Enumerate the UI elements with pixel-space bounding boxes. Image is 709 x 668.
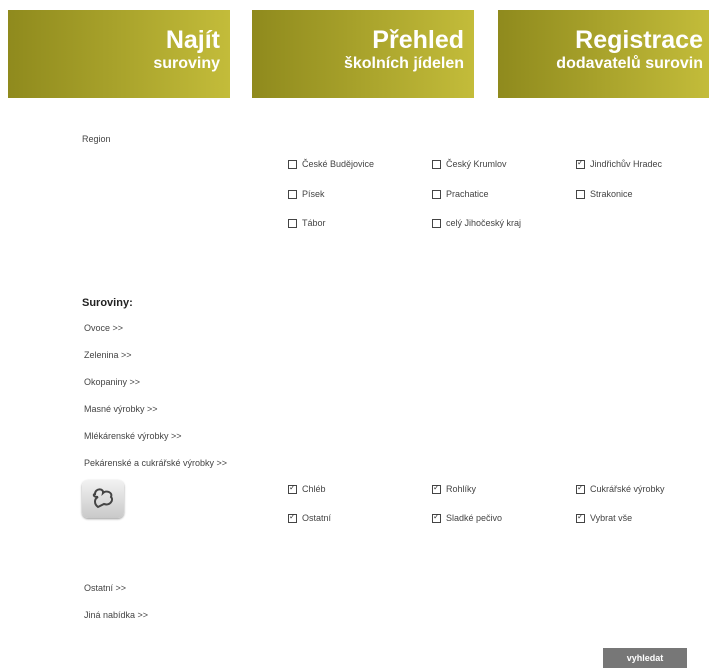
- checkbox-label: Vybrat vše: [590, 513, 633, 523]
- checkbox-label: Chléb: [302, 484, 326, 494]
- search-button[interactable]: vyhledat: [603, 648, 687, 668]
- category-link-pekarenske-vyrobky[interactable]: Pekárenské a cukrářské výrobky >>: [84, 458, 227, 468]
- checkbox-label: Tábor: [302, 218, 326, 228]
- checkbox-label: Ostatní: [302, 513, 332, 523]
- checkbox-box: [288, 512, 297, 523]
- category-link-ovoce[interactable]: Ovoce >>: [84, 323, 123, 333]
- category-link-okopaniny[interactable]: Okopaniny >>: [84, 377, 140, 387]
- region-checkbox-prachatice[interactable]: Prachatice: [432, 189, 489, 199]
- tab-subtitle: suroviny: [153, 55, 220, 72]
- tab-title: Najít: [165, 26, 220, 54]
- tab-registrace-dodavatelu[interactable]: Registrace dodavatelů surovin: [498, 10, 709, 98]
- region-label: Region: [82, 134, 111, 144]
- region-checkbox-ceske-budejovice[interactable]: České Budějovice: [288, 159, 374, 169]
- checkbox-box: [288, 189, 297, 199]
- tab-subtitle: školních jídelen: [343, 55, 464, 72]
- region-checkbox-cesky-krumlov[interactable]: Český Krumlov: [432, 159, 507, 169]
- checkbox-box: [432, 159, 441, 169]
- checkbox-box: [576, 512, 585, 523]
- bakery-checkbox-rohliky[interactable]: Rohlíky: [432, 483, 477, 494]
- checkbox-label: Jindřichův Hradec: [590, 159, 663, 169]
- checkbox-box: [432, 512, 441, 523]
- checkbox-box: [288, 159, 297, 169]
- tab-prehled-jidelen[interactable]: Přehled školních jídelen: [252, 10, 474, 98]
- checkbox-label: Sladké pečivo: [446, 513, 503, 523]
- region-checkbox-pisek[interactable]: Písek: [288, 189, 325, 199]
- checkbox-box: [432, 189, 441, 199]
- tab-title: Přehled: [372, 26, 464, 54]
- region-checkbox-jindrichuv-hradec[interactable]: Jindřichův Hradec: [576, 158, 663, 169]
- bakery-checkbox-chleb[interactable]: Chléb: [288, 483, 326, 494]
- checkbox-label: Písek: [302, 189, 325, 199]
- region-checkbox-tabor[interactable]: Tábor: [288, 218, 326, 228]
- tab-title: Registrace: [575, 26, 703, 54]
- tab-subtitle: dodavatelů surovin: [556, 55, 703, 72]
- category-link-masne-vyrobky[interactable]: Masné výrobky >>: [84, 404, 158, 414]
- checkbox-label: Rohlíky: [446, 484, 477, 494]
- checkbox-label: Cukrářské výrobky: [590, 484, 665, 494]
- link-jina-nabidka[interactable]: Jiná nabídka >>: [84, 610, 148, 620]
- checkbox-box: [288, 218, 297, 228]
- checkbox-box: [576, 483, 585, 494]
- tab-najit-suroviny[interactable]: Najít suroviny: [8, 10, 230, 98]
- checkbox-box: [576, 158, 585, 169]
- category-link-zelenina[interactable]: Zelenina >>: [84, 350, 132, 360]
- checkbox-box: [432, 218, 441, 228]
- region-checkbox-cely-kraj[interactable]: celý Jihočeský kraj: [432, 218, 521, 228]
- region-checkbox-strakonice[interactable]: Strakonice: [576, 189, 633, 199]
- checkbox-box: [576, 189, 585, 199]
- suroviny-heading: Suroviny:: [82, 297, 133, 309]
- checkbox-label: Český Krumlov: [446, 159, 507, 169]
- checkbox-box: [432, 483, 441, 494]
- link-ostatni[interactable]: Ostatní >>: [84, 583, 126, 593]
- bakery-checkbox-ostatni[interactable]: Ostatní: [288, 512, 332, 523]
- bakery-image-button[interactable]: [82, 480, 124, 518]
- bakery-checkbox-vybrat-vse[interactable]: Vybrat vše: [576, 512, 633, 523]
- bakery-checkbox-cukrarske-vyrobky[interactable]: Cukrářské výrobky: [576, 483, 665, 494]
- checkbox-label: Prachatice: [446, 189, 489, 199]
- bread-icon: [92, 488, 114, 509]
- category-link-mlekarenske-vyrobky[interactable]: Mlékárenské výrobky >>: [84, 431, 182, 441]
- checkbox-label: České Budějovice: [302, 159, 375, 169]
- checkbox-box: [288, 483, 297, 494]
- checkbox-label: Strakonice: [590, 189, 633, 199]
- bakery-checkbox-sladke-pecivo[interactable]: Sladké pečivo: [432, 512, 503, 523]
- checkbox-label: celý Jihočeský kraj: [446, 218, 522, 228]
